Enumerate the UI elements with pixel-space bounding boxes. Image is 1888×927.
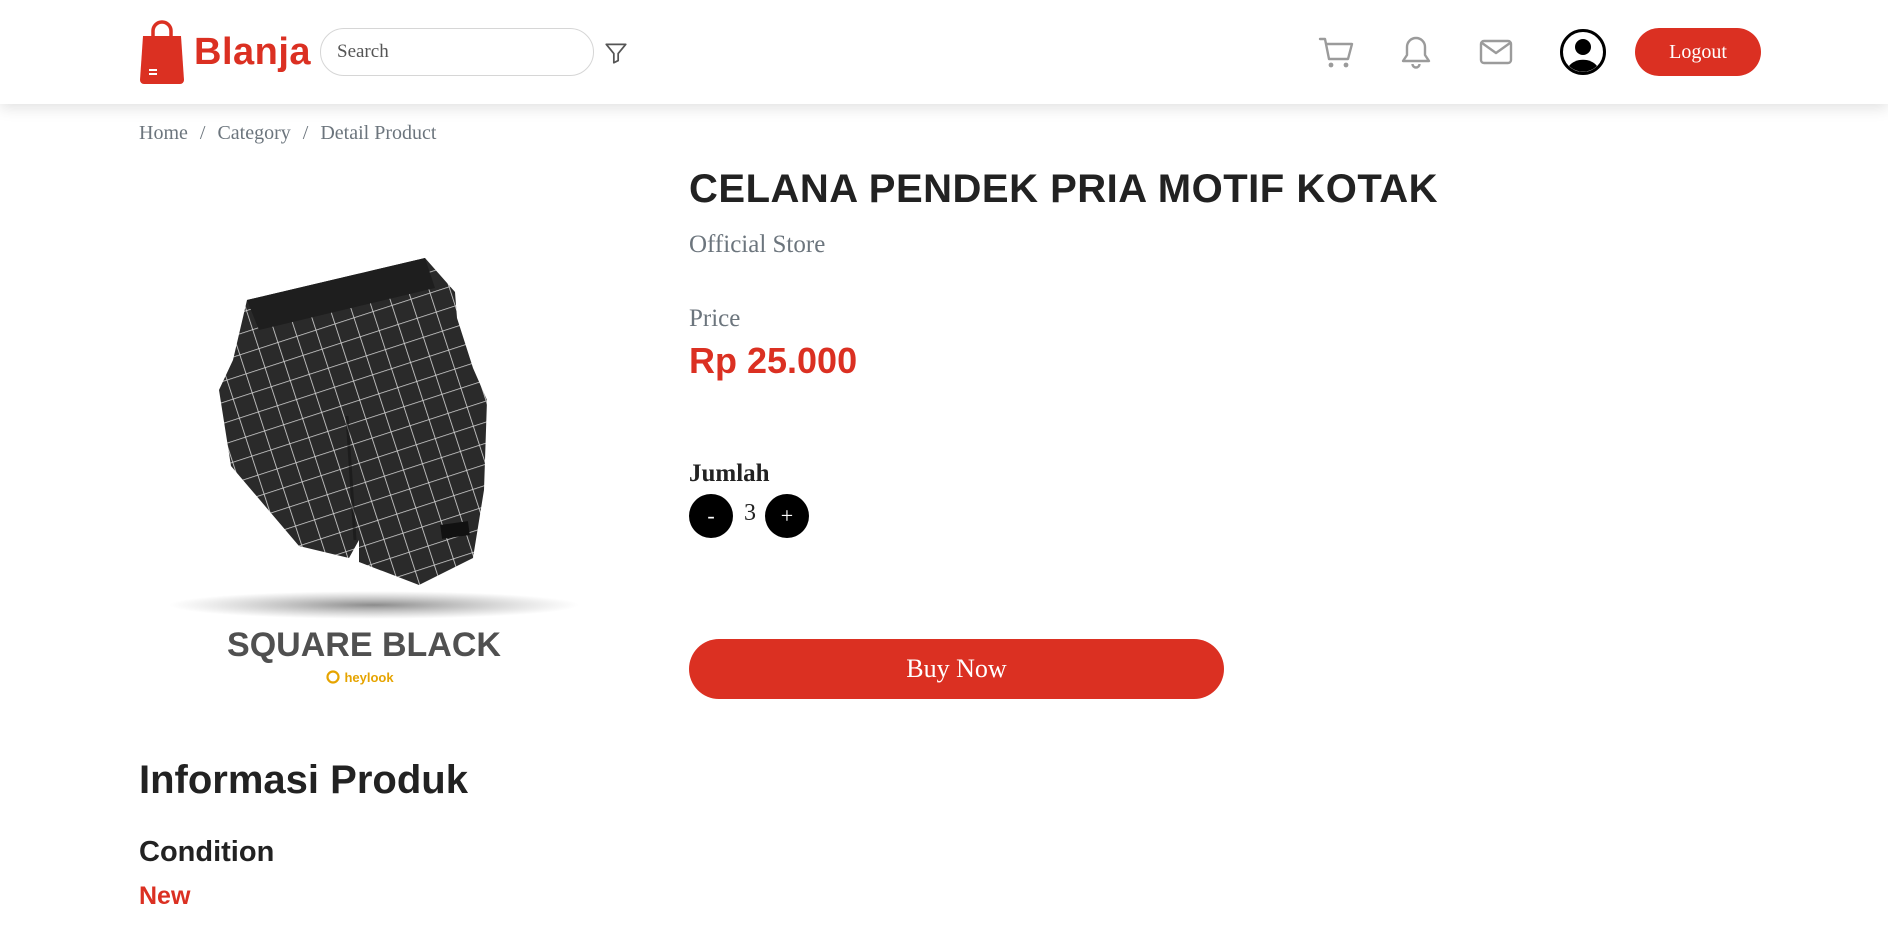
- condition-label: Condition: [139, 836, 275, 868]
- increment-button[interactable]: +: [765, 494, 809, 538]
- logout-button[interactable]: Logout: [1635, 28, 1761, 76]
- breadcrumb-separator: /: [199, 122, 206, 144]
- price-label: Price: [689, 305, 741, 332]
- brand-logo[interactable]: Blanja: [139, 19, 311, 85]
- product-title: CELANA PENDEK PRIA MOTIF KOTAK: [689, 167, 1439, 211]
- breadcrumb-detail-product[interactable]: Detail Product: [320, 122, 436, 145]
- image-caption: SQUARE BLACK: [227, 626, 501, 664]
- brand-name: Blanja: [194, 30, 312, 73]
- mail-icon[interactable]: [1477, 33, 1515, 71]
- search-input[interactable]: [320, 28, 594, 76]
- breadcrumb-separator: /: [302, 122, 309, 144]
- store-name: Official Store: [689, 231, 826, 258]
- bell-icon[interactable]: [1397, 33, 1435, 71]
- breadcrumb-home[interactable]: Home: [139, 122, 188, 145]
- product-price: Rp 25.000: [689, 340, 858, 381]
- quantity-label: Jumlah: [689, 460, 770, 487]
- product-info-heading: Informasi Produk: [139, 758, 468, 802]
- buy-now-button[interactable]: Buy Now: [689, 639, 1224, 699]
- condition-value: New: [139, 882, 191, 910]
- breadcrumb-category[interactable]: Category: [217, 122, 290, 145]
- image-brand: heylook: [344, 670, 394, 685]
- cart-icon[interactable]: [1317, 33, 1355, 71]
- shopping-bag-logo-icon: [140, 20, 184, 84]
- product-image: SQUARE BLACK heylook: [169, 258, 579, 685]
- filter-icon[interactable]: [603, 40, 629, 66]
- decrement-button[interactable]: -: [689, 494, 733, 538]
- user-avatar-icon[interactable]: [1560, 29, 1606, 75]
- top-navbar: Blanja Logout: [0, 0, 1888, 104]
- quantity-value: 3: [744, 500, 756, 526]
- breadcrumb: Home / Category / Detail Product: [139, 122, 436, 145]
